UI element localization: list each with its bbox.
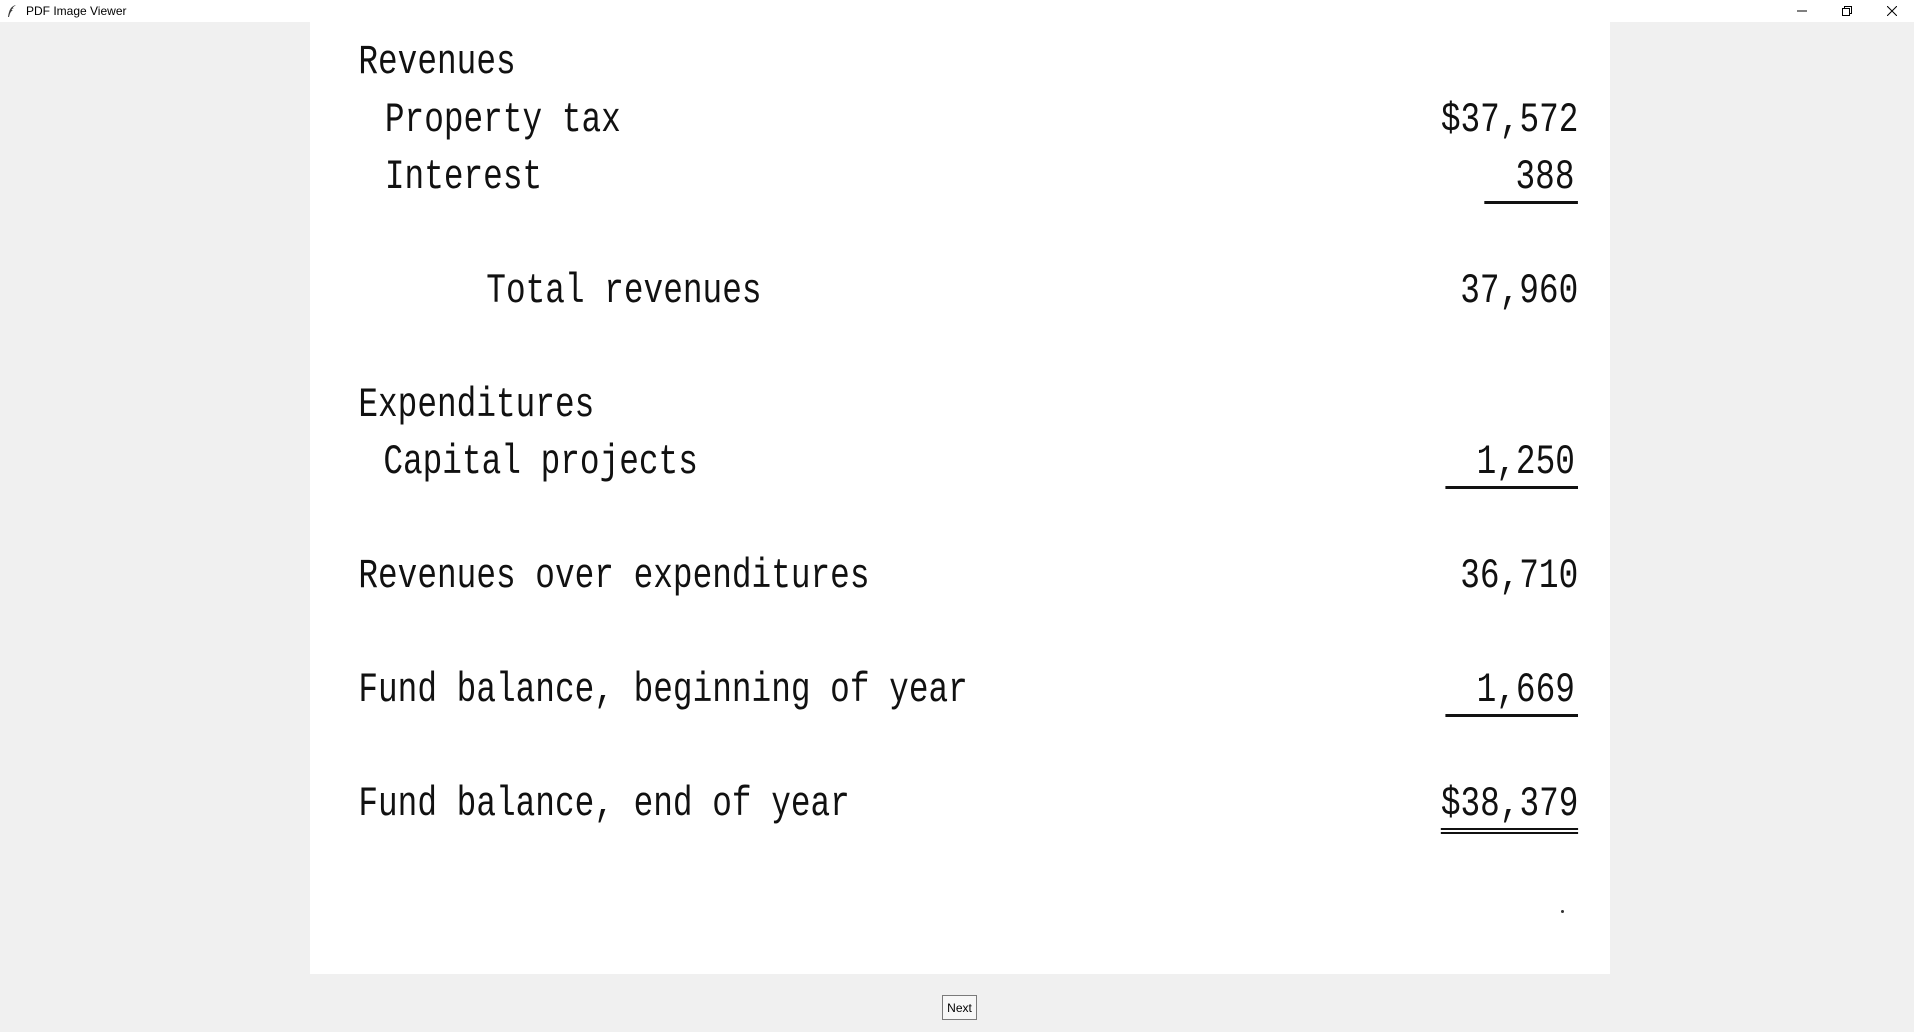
scan-speck — [1561, 910, 1564, 913]
interest-row: Interest — [310, 153, 1324, 209]
total-revenues-value: 37,960 — [1460, 267, 1578, 315]
minimize-button[interactable] — [1779, 0, 1824, 22]
capital-projects-row: Capital projects — [310, 438, 1324, 494]
rev-over-exp-row: Revenues over expenditures — [310, 552, 1324, 608]
interest-value: 388 — [1484, 153, 1578, 204]
title-bar: PDF Image Viewer — [0, 0, 1914, 22]
capital-projects-value: 1,250 — [1445, 438, 1578, 489]
close-icon — [1886, 6, 1897, 16]
total-revenues-row: Total revenues — [310, 267, 1324, 323]
feather-icon — [4, 3, 20, 19]
minimize-icon — [1796, 10, 1807, 12]
fund-begin-row: Fund balance, beginning of year — [310, 666, 1324, 722]
revenues-heading-row: Revenues — [310, 38, 1324, 94]
next-button[interactable]: Next — [942, 995, 977, 1020]
window-title: PDF Image Viewer — [26, 4, 127, 18]
property-tax-value: $37,572 — [1440, 96, 1578, 144]
expenditures-heading: Expenditures — [358, 381, 595, 429]
fund-end-label: Fund balance, end of year — [358, 780, 850, 828]
property-tax-row: Property tax — [310, 96, 1324, 152]
fund-end-row: Fund balance, end of year — [310, 780, 1324, 836]
fund-begin-value: 1,669 — [1445, 666, 1578, 717]
restore-icon — [1841, 6, 1852, 16]
close-button[interactable] — [1869, 0, 1914, 22]
interest-label: Interest — [384, 153, 543, 201]
capital-projects-label: Capital projects — [383, 438, 698, 486]
revenues-heading: Revenues — [358, 38, 516, 86]
property-tax-label: Property tax — [384, 96, 621, 144]
restore-button[interactable] — [1824, 0, 1869, 22]
fund-begin-label: Fund balance, beginning of year — [358, 666, 968, 714]
total-revenues-label: Total revenues — [486, 267, 762, 315]
rev-over-exp-label: Revenues over expenditures — [358, 552, 870, 600]
fund-end-value: $38,379 — [1440, 780, 1578, 834]
document-page: Revenues Property tax $37,572 Interest 3… — [310, 22, 1610, 974]
rev-over-exp-value: 36,710 — [1460, 552, 1578, 600]
expenditures-heading-row: Expenditures — [310, 381, 1324, 437]
